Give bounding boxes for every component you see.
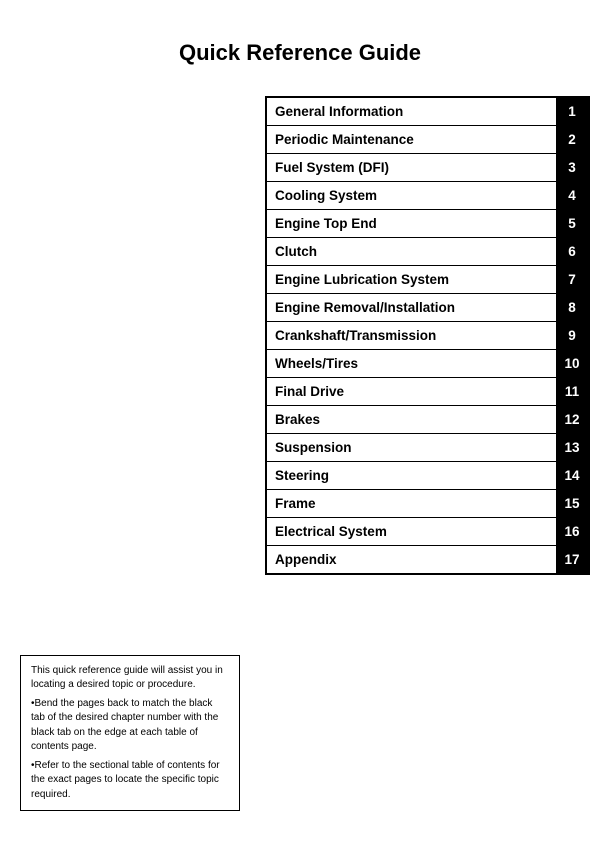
toc-item-label: Brakes bbox=[267, 408, 556, 431]
toc-item-label: Wheels/Tires bbox=[267, 352, 556, 375]
note-box: This quick reference guide will assist y… bbox=[20, 655, 240, 812]
toc-row[interactable]: Crankshaft/Transmission9 bbox=[267, 322, 588, 350]
toc-item-label: Electrical System bbox=[267, 520, 556, 543]
toc-item-number: 15 bbox=[556, 490, 588, 517]
toc-row[interactable]: Wheels/Tires10 bbox=[267, 350, 588, 378]
toc-item-label: Steering bbox=[267, 464, 556, 487]
toc-row[interactable]: Brakes12 bbox=[267, 406, 588, 434]
toc-row[interactable]: Appendix17 bbox=[267, 546, 588, 573]
toc-item-label: Engine Lubrication System bbox=[267, 268, 556, 291]
toc-item-number: 6 bbox=[556, 238, 588, 265]
toc-item-label: Cooling System bbox=[267, 184, 556, 207]
toc-row[interactable]: General Information1 bbox=[267, 98, 588, 126]
toc-row[interactable]: Engine Removal/Installation8 bbox=[267, 294, 588, 322]
toc-item-label: Final Drive bbox=[267, 380, 556, 403]
toc-item-number: 14 bbox=[556, 462, 588, 489]
toc-item-number: 3 bbox=[556, 154, 588, 181]
note-line3: •Refer to the sectional table of content… bbox=[31, 759, 229, 803]
toc-item-label: Fuel System (DFI) bbox=[267, 156, 556, 179]
toc-item-label: General Information bbox=[267, 100, 556, 123]
toc-item-number: 11 bbox=[556, 378, 588, 405]
toc-item-label: Frame bbox=[267, 492, 556, 515]
toc-item-label: Clutch bbox=[267, 240, 556, 263]
toc-row[interactable]: Fuel System (DFI)3 bbox=[267, 154, 588, 182]
toc-row[interactable]: Engine Top End5 bbox=[267, 210, 588, 238]
toc-item-number: 2 bbox=[556, 126, 588, 153]
note-line1: This quick reference guide will assist y… bbox=[31, 664, 229, 693]
toc-row[interactable]: Steering14 bbox=[267, 462, 588, 490]
toc-item-label: Engine Top End bbox=[267, 212, 556, 235]
page-title: Quick Reference Guide bbox=[0, 40, 600, 66]
toc-item-number: 1 bbox=[556, 98, 588, 125]
toc-item-label: Suspension bbox=[267, 436, 556, 459]
toc-item-number: 9 bbox=[556, 322, 588, 349]
toc-item-number: 7 bbox=[556, 266, 588, 293]
toc-item-number: 16 bbox=[556, 518, 588, 545]
toc-item-label: Crankshaft/Transmission bbox=[267, 324, 556, 347]
toc-row[interactable]: Final Drive11 bbox=[267, 378, 588, 406]
toc-item-number: 10 bbox=[556, 350, 588, 377]
toc-item-number: 12 bbox=[556, 406, 588, 433]
toc-item-number: 4 bbox=[556, 182, 588, 209]
toc-row[interactable]: Cooling System4 bbox=[267, 182, 588, 210]
toc-table: General Information1Periodic Maintenance… bbox=[265, 96, 590, 575]
toc-item-label: Engine Removal/Installation bbox=[267, 296, 556, 319]
toc-row[interactable]: Engine Lubrication System7 bbox=[267, 266, 588, 294]
toc-item-number: 17 bbox=[556, 546, 588, 573]
page: Quick Reference Guide General Informatio… bbox=[0, 0, 600, 851]
toc-item-number: 8 bbox=[556, 294, 588, 321]
toc-row[interactable]: Clutch6 bbox=[267, 238, 588, 266]
toc-item-number: 13 bbox=[556, 434, 588, 461]
toc-row[interactable]: Frame15 bbox=[267, 490, 588, 518]
toc-row[interactable]: Periodic Maintenance2 bbox=[267, 126, 588, 154]
toc-item-label: Periodic Maintenance bbox=[267, 128, 556, 151]
toc-item-number: 5 bbox=[556, 210, 588, 237]
toc-row[interactable]: Electrical System16 bbox=[267, 518, 588, 546]
note-line2: •Bend the pages back to match the black … bbox=[31, 697, 229, 755]
toc-item-label: Appendix bbox=[267, 548, 556, 571]
toc-row[interactable]: Suspension13 bbox=[267, 434, 588, 462]
